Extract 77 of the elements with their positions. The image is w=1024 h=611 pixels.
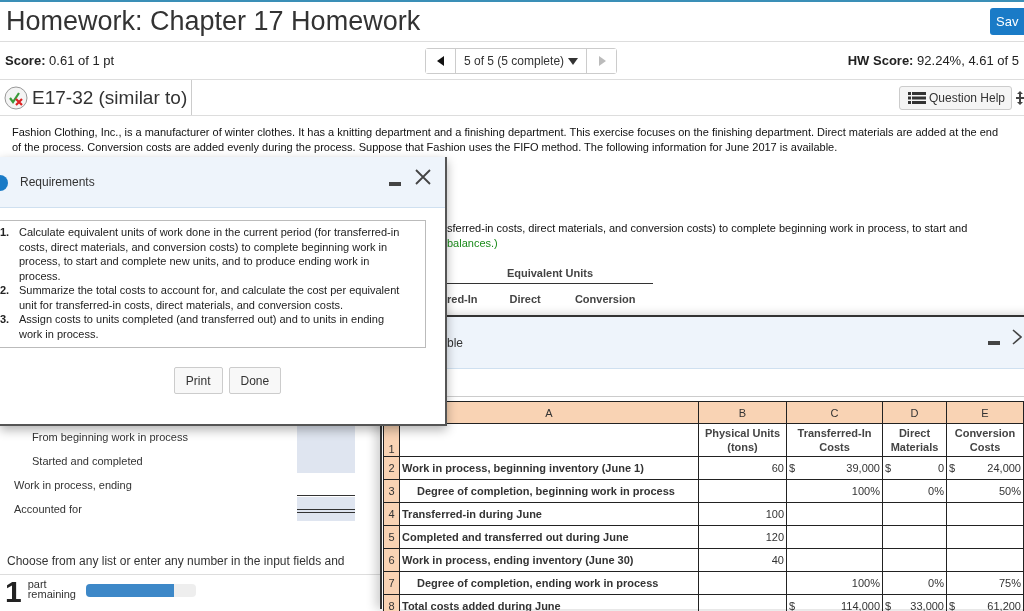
print-button[interactable]: Print	[173, 367, 223, 394]
question-title: E17-32 (similar to)	[28, 80, 193, 115]
instruction-text: Choose from any list or enter any number in the input fields and	[7, 554, 345, 568]
row-number: 6	[383, 548, 400, 572]
worksheet-label: Work in process, ending	[13, 479, 133, 491]
score-text: Score: 0.61 of 1 pt	[5, 53, 115, 68]
dialog-title: Requirements	[20, 175, 95, 189]
row-label: Completed and transferred out during June	[399, 525, 699, 549]
table-cell: 100	[698, 502, 787, 526]
answer-field[interactable]	[297, 425, 355, 449]
table-cell	[882, 502, 947, 526]
list-icon	[907, 91, 926, 104]
instruction-text: sferred-in costs, direct materials, and conversion costs) to complete beginning work in process, to start and	[447, 221, 969, 236]
table-cell	[882, 525, 947, 549]
page-title: Homework: Chapter 17 Homework	[6, 6, 421, 37]
item-number: 2.	[0, 283, 11, 298]
column-heading: Direct Materials	[882, 423, 947, 457]
done-button[interactable]: Done	[228, 367, 282, 394]
row-label: Degree of completion, beginning work in process	[399, 479, 699, 503]
save-button[interactable]: Sav	[990, 8, 1024, 35]
dialog-title: ble	[447, 335, 463, 350]
table-cell: $ 33,000	[882, 594, 947, 611]
row-number: 4	[383, 502, 400, 526]
answer-field[interactable]	[297, 497, 355, 521]
table-cell: $ 114,000	[786, 594, 883, 611]
column-letter: C	[786, 401, 883, 424]
table-cell: $ 61,200	[946, 594, 1024, 611]
question-help-button[interactable]: Question Help	[898, 85, 1012, 110]
close-icon[interactable]	[1012, 329, 1022, 345]
table-cell: 40	[698, 548, 787, 572]
table-cell: 0%	[882, 571, 947, 595]
requirement-text: Assign costs to units completed (and transferred out) and to units in ending work in process.	[19, 312, 386, 341]
column-letter: D	[882, 401, 947, 424]
column-heading: Physical Units (tons)	[698, 423, 787, 457]
column-heading: Direct	[509, 293, 541, 305]
table-cell: $ 39,000	[786, 456, 883, 480]
item-number: 3.	[0, 312, 11, 327]
move-icon[interactable]	[1016, 90, 1024, 105]
parts-count: 1	[5, 579, 22, 605]
hw-score-text: HW Score: 92.24%, 4.61 of 5	[847, 53, 1019, 68]
table-cell	[882, 548, 947, 572]
worksheet-label: From beginning work in process	[31, 431, 189, 443]
row-label: Work in process, ending inventory (June 30)	[399, 548, 699, 572]
row-number: 3	[383, 479, 400, 503]
problem-text: Fashion Clothing, Inc., is a manufacturer of winter clothes. It has a knitting department and a finishing department. This exercise focuses on the finishing department. Direct materials are added at the end of the process. Conversion costs are added evenly during the process. Suppose that Fashion uses the FIFO method. The following information for June 2017 is available.	[11, 125, 1000, 155]
hint-text: balances.)	[447, 236, 499, 251]
row-number: 5	[383, 525, 400, 549]
table-cell: 100%	[786, 571, 883, 595]
table-cell: 120	[698, 525, 787, 549]
close-icon[interactable]	[415, 169, 431, 185]
row-number: 7	[383, 571, 400, 595]
column-letter: B	[698, 401, 787, 424]
requirement-text: Calculate equivalent units of work done in the current period (for transferred-in costs, direct materials, and conversion costs) to complete beginning work in process, to start and complete new units, and to produce ending work in process.	[19, 225, 401, 283]
column-heading: Transferred-In Costs	[786, 423, 883, 457]
table-cell: 0%	[882, 479, 947, 503]
parts-label: part remaining	[27, 579, 77, 599]
row-number: 2	[383, 456, 400, 480]
column-heading: Conversion Costs	[946, 423, 1024, 457]
table-cell: $ 24,000	[946, 456, 1024, 480]
answer-field[interactable]	[297, 449, 355, 473]
requirement-text: Summarize the total costs to account for, and calculate the cost per equivalent unit for transferred-in costs, direct materials, and conversion costs.	[19, 283, 401, 312]
row-label: Degree of completion, ending work in process	[399, 571, 699, 595]
worksheet-label: Started and completed	[31, 455, 144, 467]
table-cell: $ 0	[882, 456, 947, 480]
table-cell: 75%	[946, 571, 1024, 595]
column-heading: Conversion	[574, 293, 636, 305]
row-label: Work in process, beginning inventory (June 1)	[399, 456, 699, 480]
column-group-heading: Equivalent Units	[447, 267, 653, 284]
row-label: Transferred-in during June	[399, 502, 699, 526]
column-heading: red-In	[447, 293, 478, 305]
table-cell: 100%	[786, 479, 883, 503]
item-number: 1.	[0, 225, 11, 240]
column-letter: E	[946, 401, 1024, 424]
table-cell: 50%	[946, 479, 1024, 503]
table-cell: 60	[698, 456, 787, 480]
worksheet-label: Accounted for	[13, 503, 83, 515]
partial-credit-icon	[4, 85, 28, 110]
